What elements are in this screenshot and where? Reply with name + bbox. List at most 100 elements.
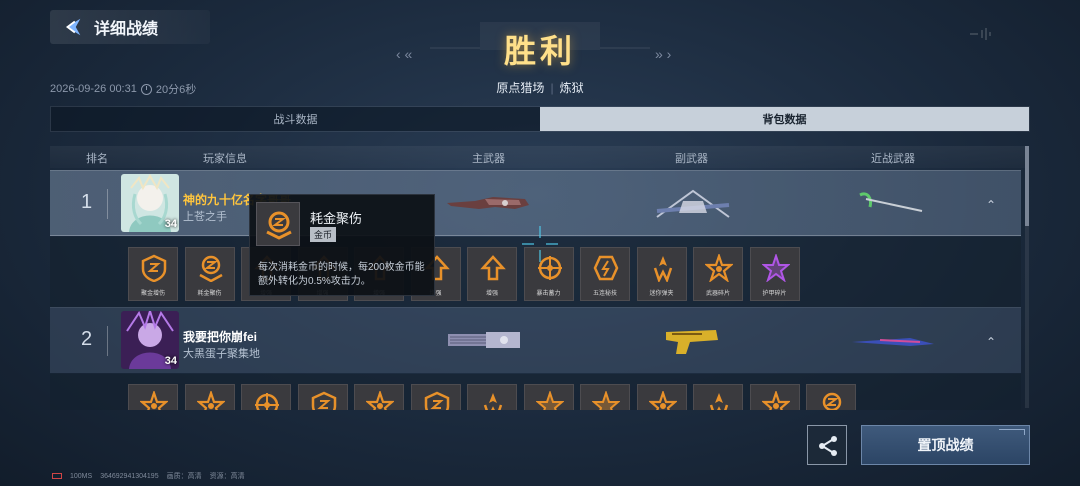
backpack-item[interactable] [749,384,800,410]
backpack-item-label: 迷你弹夹 [649,291,674,297]
star-shard-icon [761,391,790,410]
backpack-item[interactable]: 聚金增伤 [128,247,178,301]
col-rank: 排名 [86,153,108,165]
button-corner-decoration [999,429,1025,435]
collapse-toggle[interactable]: ⌃ [986,335,996,349]
avatar[interactable]: 34 [121,174,179,232]
page-title: 详细战绩 [94,21,159,38]
resource-quality: 资源：高清 [209,473,245,480]
network-icon [52,473,62,479]
backpack-item-label: 暴击蓄力 [536,291,561,297]
table-header: 排名 玩家信息 主武器 副武器 近战武器 [50,146,1025,168]
backpack-item-label: 武器碎片 [705,291,730,297]
player-id: 364692941304195 [100,472,159,480]
player-title: 上苍之手 [183,211,227,223]
backpack-item[interactable] [636,384,687,410]
divider [107,326,108,356]
crit-target-icon [255,393,279,410]
tab-battle-data[interactable]: 战斗数据 [51,107,540,131]
result-title: 胜利 [503,33,576,69]
player-name: 我要把你崩fei [183,330,258,344]
armor-shard-icon [592,391,620,410]
arrow-up-icon [480,255,506,281]
gold-coin-shield-icon [141,254,167,282]
gold-coin-shield-icon [424,391,449,410]
status-bar: 100MS 364692941304195 画质：高清 资源：高清 [52,471,245,481]
item-tooltip: 耗金聚伤 金币 每次消耗金币的时候，每200枚金币能额外转化为0.5%攻击力。 [249,194,435,296]
gold-coin-hand-icon [266,211,292,240]
primary-weapon-icon [448,332,520,348]
rank-number: 1 [81,191,93,213]
backpack-item[interactable] [354,384,404,410]
backpack-item[interactable] [523,384,574,410]
col-secondary-weapon: 副武器 [675,153,708,165]
star-shard-icon [648,391,677,410]
tooltip-category-badge: 金币 [310,227,337,242]
backpack-item[interactable]: 迷你弹夹 [636,247,687,301]
tooltip-item-icon [256,202,300,246]
gold-coin-hand-icon [198,255,223,282]
table-row[interactable]: 2 34 我要把你崩fei 大黑蛋子聚集地 ⌃ [50,307,1021,373]
backpack-item[interactable] [241,384,291,410]
backpack-item[interactable] [297,384,348,410]
star-shard-icon [196,391,225,410]
backpack-item[interactable] [580,384,630,410]
backpack-item-label: 增强 [485,291,498,297]
next-record-button[interactable]: » › [655,46,671,62]
difficulty: 炼狱 [559,81,584,95]
share-button[interactable] [807,425,847,465]
backpack-item[interactable] [184,384,235,410]
mini-clip-icon [653,256,672,282]
primary-weapon-icon [447,197,529,209]
backpack-item[interactable]: 护甲碎片 [749,247,800,301]
tooltip-title: 耗金聚伤 [310,211,363,226]
tab-bar: 战斗数据 背包数据 [50,106,1030,132]
match-date: 2026-09-26 00:31 [50,83,137,95]
match-duration: 20分6秒 [155,84,197,96]
col-primary-weapon: 主武器 [472,153,505,165]
backpack-item-label: 五连秘技 [592,291,617,297]
backpack-item[interactable]: 武器碎片 [693,247,743,301]
pin-record-label: 置顶战绩 [917,437,974,453]
ping-value: 100MS [70,472,93,480]
gold-coin-hand-icon [822,392,842,410]
prev-record-button[interactable]: ‹ « [396,46,412,62]
pin-record-button[interactable]: 置顶战绩 [861,425,1030,465]
mini-clip-icon [483,393,503,410]
game-mode: 原点猎场 [496,81,545,95]
divider [107,189,108,219]
level-badge: 34 [164,218,177,230]
backpack-items-row [50,374,1021,410]
backpack-item[interactable]: 耗金聚伤 [184,247,235,301]
graphics-quality: 画质：高清 [166,473,202,480]
back-arrow-icon [65,18,81,36]
mode-line: 原点猎场 | 炼狱 [496,81,584,95]
share-icon [819,436,837,456]
backpack-item[interactable] [128,384,178,410]
player-title: 大黑蛋子聚集地 [183,348,260,360]
col-player: 玩家信息 [203,153,247,165]
back-button[interactable]: 详细战绩 [50,10,210,44]
gold-coin-shield-icon [311,391,336,410]
armor-shard-icon [535,391,564,410]
tooltip-description: 每次消耗金币的时候，每200枚金币能额外转化为0.5%攻击力。 [258,262,425,287]
backpack-item[interactable] [693,384,743,410]
backpack-item[interactable] [806,384,856,410]
match-datetime: 2026-09-26 00:31 20分6秒 [50,81,196,97]
backpack-item-label: 护甲碎片 [762,291,787,297]
level-badge: 34 [164,355,177,367]
backpack-item[interactable] [467,384,517,410]
secondary-weapon-icon [656,189,730,218]
rank-number: 2 [81,328,93,350]
crosshair-icon [522,226,558,262]
backpack-item[interactable]: 五连秘技 [580,247,630,301]
clock-icon [140,83,152,95]
star-shard-icon [366,391,394,410]
backpack-item[interactable]: 增强 [467,247,517,301]
tab-backpack-data[interactable]: 背包数据 [540,107,1029,131]
backpack-item[interactable] [410,384,461,410]
list-scrollbar-thumb[interactable] [1025,146,1029,226]
melee-weapon-icon [852,338,934,346]
avatar[interactable]: 34 [121,311,179,369]
collapse-toggle[interactable]: ⌃ [986,198,996,212]
